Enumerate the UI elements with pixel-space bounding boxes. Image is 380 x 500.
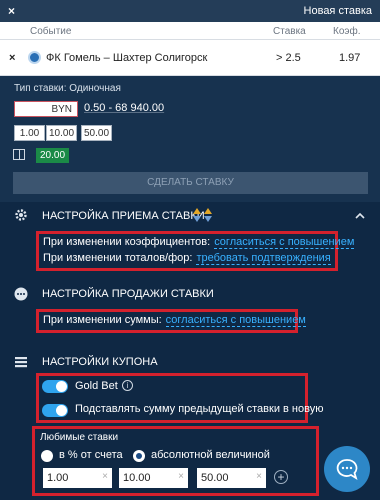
bet-type-label: Тип ставки: Одиночная [14, 83, 121, 94]
radio-absolute-label: абсолютной величиной [151, 449, 270, 461]
place-bet-button[interactable]: СДЕЛАТЬ СТАВКУ [13, 172, 368, 194]
coupon-title: Новая ставка [303, 5, 372, 17]
close-coupon-button[interactable]: × [8, 4, 15, 18]
bet-table-header: Событие Ставка Коэф. [0, 22, 380, 40]
favorite-stake-input-1[interactable]: 1.00 × [43, 468, 112, 488]
bet-stake: > 2.5 [276, 52, 301, 64]
gear-icon [15, 209, 27, 221]
quick-stake-50[interactable]: 50.00 [81, 125, 112, 141]
add-favorite-icon[interactable]: + [274, 470, 288, 484]
chat-button[interactable] [324, 446, 370, 492]
totals-change-label: При изменении тоталов/фор: [43, 252, 193, 264]
totals-change-value[interactable]: требовать подтверждения [196, 252, 331, 265]
favorite-stake-input-3[interactable]: 50.00 × [197, 468, 266, 488]
radio-percent[interactable] [41, 450, 53, 462]
column-odds: Коэф. [333, 26, 361, 37]
goldbet-label: Gold Bet [75, 380, 118, 392]
chat-icon [336, 459, 358, 480]
odds-change-label: При изменении коэффициентов: [43, 236, 211, 248]
bet-event: ФК Гомель – Шахтер Солигорск [46, 52, 208, 64]
bonus-amount[interactable]: 20.00 [36, 148, 69, 163]
quick-stake-10[interactable]: 10.00 [46, 125, 77, 141]
favorite-stake-input-2[interactable]: 10.00 × [119, 468, 188, 488]
football-icon [28, 51, 41, 64]
stake-range: 0.50 - 68 940.00 [84, 102, 165, 114]
sell-settings-title: НАСТРОЙКА ПРОДАЖИ СТАВКИ [42, 288, 214, 300]
coupon-icon [15, 357, 27, 368]
radio-absolute[interactable] [133, 450, 145, 462]
chevron-up-icon[interactable] [354, 210, 366, 222]
accept-settings-title: НАСТРОЙКА ПРИЕМА СТАВКИ [42, 210, 205, 222]
radio-percent-label: в % от счета [59, 449, 123, 461]
favorite-stake-value-1: 1.00 [47, 472, 69, 484]
amount-change-label: При изменении суммы: [43, 314, 162, 326]
coupon-header: × Новая ставка [0, 0, 380, 22]
coupon-settings-title: НАСТРОЙКИ КУПОНА [42, 356, 158, 368]
gift-icon [13, 149, 25, 160]
remove-bet-button[interactable]: × [9, 52, 15, 64]
stake-input[interactable]: BYN [14, 101, 78, 117]
amount-change-setting: При изменении суммы: согласиться с повыше… [43, 314, 306, 327]
bet-row: × ФК Гомель – Шахтер Солигорск > 2.5 1.9… [0, 40, 380, 76]
quick-stake-1[interactable]: 1.00 [14, 125, 45, 141]
clear-icon[interactable]: × [102, 471, 108, 482]
clear-icon[interactable]: × [178, 471, 184, 482]
favorite-stake-value-3: 50.00 [201, 472, 229, 484]
prev-sum-toggle[interactable] [42, 404, 68, 417]
clear-icon[interactable]: × [256, 471, 262, 482]
goldbet-toggle[interactable] [42, 380, 68, 393]
favorite-stakes-title: Любимые ставки [40, 432, 119, 443]
bet-odds: 1.97 [339, 52, 361, 64]
odds-change-setting: При изменении коэффициентов: согласиться … [43, 236, 355, 249]
favorite-stake-value-2: 10.00 [123, 472, 151, 484]
amount-change-value[interactable]: согласиться с повышением [165, 314, 306, 327]
odds-change-icon [193, 208, 212, 222]
totals-change-setting: При изменении тоталов/фор: требовать подт… [43, 252, 331, 265]
column-stake: Ставка [273, 26, 306, 37]
odds-change-value[interactable]: согласиться с повышением [214, 236, 355, 249]
sell-icon [14, 287, 28, 301]
info-icon[interactable]: i [122, 380, 133, 391]
prev-sum-label: Подставлять сумму предыдущей ставки в но… [75, 403, 324, 415]
column-event: Событие [30, 26, 72, 37]
